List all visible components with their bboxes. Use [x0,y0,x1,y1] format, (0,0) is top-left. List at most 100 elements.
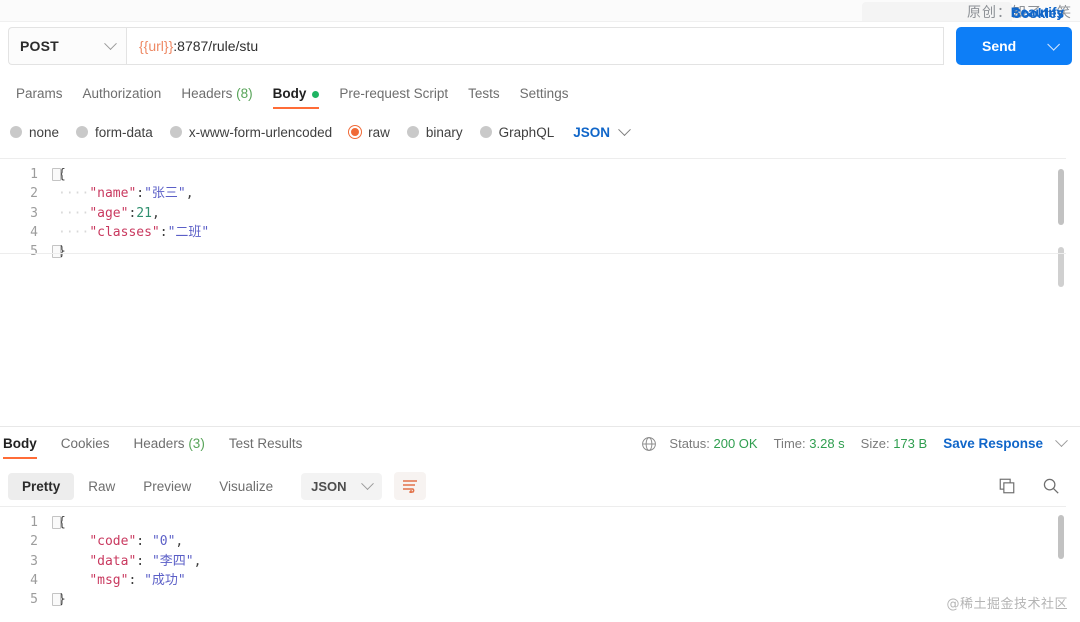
chevron-down-icon [618,122,631,136]
code-fold-open-icon[interactable] [52,168,61,181]
word-wrap-button[interactable] [393,472,426,500]
body-type-x-www-form-urlencoded[interactable]: x-www-form-urlencoded [169,125,332,140]
response-editor-scrollbar[interactable] [1058,515,1064,559]
body-type-form-data[interactable]: form-data [76,125,153,140]
code-fold-close-icon[interactable] [52,245,61,258]
raw-format-label: JSON [573,124,610,140]
response-format-selector[interactable]: JSON [301,472,382,500]
radio-icon[interactable] [479,126,492,138]
code-line[interactable]: ····"classes":"二班" [58,223,1046,242]
watermark-bottom: @稀土掘金技术社区 [946,597,1068,612]
code-line[interactable]: ····"age":21, [58,204,1046,223]
raw-format-selector[interactable]: JSON [573,122,631,140]
response-view-tab-preview[interactable]: Preview [129,473,205,500]
word-wrap-icon [402,480,417,493]
chevron-down-icon[interactable] [1055,434,1068,448]
code-token: : [136,186,145,202]
response-tab-label: Test Results [228,435,303,451]
chevron-down-icon[interactable] [1047,37,1060,51]
editor-divider [0,253,1066,254]
code-token: 21 [136,205,152,221]
request-tab-headers[interactable]: Headers (8) [171,78,262,109]
postman-window: 原创：知了一笑 POST {{url}}:8787/rule/stu Send … [0,0,1080,622]
response-tool-icons [998,477,1060,495]
line-number: 5 [30,592,38,608]
response-body-editor[interactable]: 1 2 3 4 5 { "code": "0", "data": "李四", "msg"… [0,506,1066,622]
body-type-raw[interactable]: raw [349,125,390,140]
request-tab-params[interactable]: Params [6,78,73,109]
radio-icon[interactable] [406,126,419,138]
code-line[interactable]: "data": "李四", [58,552,1046,571]
response-view-tab-raw[interactable]: Raw [74,473,129,500]
globe-icon [642,436,657,451]
request-tab-pre-request-script[interactable]: Pre-request Script [329,78,458,109]
code-line[interactable]: "code": "0", [58,532,1046,551]
response-tab-cookies[interactable]: Cookies [49,427,122,461]
url-input[interactable]: {{url}}:8787/rule/stu [126,27,944,65]
request-code[interactable]: {····"name":"张三", ····"age":21, ····"class… [58,165,1046,261]
response-code[interactable]: { "code": "0", "data": "李四", "msg": "成功"… [58,513,1046,609]
status-label: Status: [669,436,710,451]
radio-icon[interactable] [169,126,182,138]
code-fold-open-icon[interactable] [52,516,61,529]
code-line[interactable]: { [58,165,1046,184]
code-token: : [136,534,152,550]
body-type-label: raw [368,124,390,140]
code-token: "msg" [89,572,129,588]
beautify-link[interactable]: Beautify [1011,5,1064,20]
response-view-tab-visualize[interactable]: Visualize [205,473,287,500]
response-line-numbers: 1 2 3 4 5 [0,513,48,609]
code-token: , [193,553,202,569]
time-label: Time: [773,436,806,451]
line-number: 2 [30,186,38,202]
request-tab-count: (8) [232,86,253,101]
code-line[interactable]: } [58,242,1046,261]
url-path: :8787/rule/stu [173,38,259,54]
response-format-label: JSON [311,478,347,494]
response-view-tab-pretty[interactable]: Pretty [8,472,75,500]
radio-icon[interactable] [10,126,22,138]
status-item: Status: 200 OK [669,436,757,451]
http-method-selector[interactable]: POST [8,27,126,65]
send-button[interactable]: Send [956,27,1072,65]
code-fold-close-icon[interactable] [52,593,61,606]
indent-guide [58,534,89,549]
line-number: 3 [30,205,38,221]
body-modified-dot-icon [312,90,320,98]
line-number: 4 [30,224,38,240]
request-tab-label: Tests [468,86,500,101]
request-body-editor[interactable]: 12345 {····"name":"张三", ····"age":21, ····… [0,158,1066,418]
request-tab-label: Params [16,86,63,101]
request-tab-settings[interactable]: Settings [510,78,579,109]
code-token: "code" [89,534,137,550]
save-response-button[interactable]: Save Response [943,436,1043,451]
radio-icon[interactable] [76,126,89,138]
response-tab-headers[interactable]: Headers (3) [122,427,217,461]
body-type-binary[interactable]: binary [406,124,463,140]
body-type-label: binary [425,124,463,140]
request-tab-authorization[interactable]: Authorization [73,78,172,109]
request-editor-scrollbar[interactable] [1058,169,1064,225]
code-line[interactable]: { [58,513,1046,532]
code-line[interactable]: "msg": "成功" [58,571,1046,590]
body-type-none[interactable]: none [10,125,59,140]
code-line[interactable]: ····"name":"张三", [58,184,1046,203]
code-token: "张三" [144,186,186,202]
response-tab-body[interactable]: Body [0,427,49,461]
request-url-row: POST {{url}}:8787/rule/stu Send [0,22,1080,70]
request-tab-label: Settings [519,86,569,101]
copy-icon[interactable] [998,477,1016,495]
body-type-graphql[interactable]: GraphQL [479,125,554,140]
request-tab-body[interactable]: Body [263,78,330,109]
url-text: {{url}}:8787/rule/stu [139,38,258,54]
request-tab-tests[interactable]: Tests [458,78,510,109]
indent-guide: ···· [58,186,90,202]
code-line[interactable]: } [58,590,1046,609]
request-tab-label: Authorization [82,86,162,101]
search-icon[interactable] [1042,477,1060,495]
radio-icon[interactable] [349,126,362,138]
code-token: , [185,186,194,202]
http-method-label: POST [20,38,59,54]
response-tab-test-results[interactable]: Test Results [217,427,315,461]
url-variable: {{url}} [139,38,174,54]
